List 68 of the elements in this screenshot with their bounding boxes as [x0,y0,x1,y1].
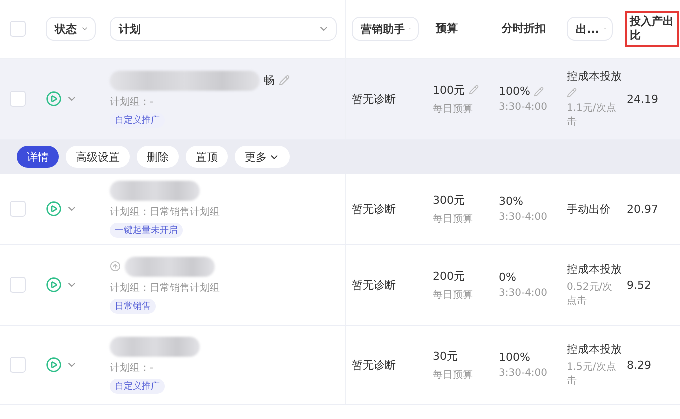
play-icon[interactable] [46,201,62,217]
pencil-icon[interactable] [567,88,577,98]
bid-mode: 控成本投放 [567,262,621,276]
action-button[interactable]: 删除 [137,146,179,168]
diagnosis: 暂无诊断 [352,358,397,372]
checkbox[interactable] [10,201,26,217]
plan-tag: 自定义推广 [110,378,165,394]
budget-note: 每日预算 [433,102,474,116]
budget-note: 每日预算 [433,288,474,302]
action-button[interactable]: 详情 [17,146,59,168]
budget-note: 每日预算 [433,368,474,382]
table-row[interactable]: 计划组：日常销售计划组 日常销售 暂无诊断 200元 每日预算 0% 3:30-4:00 控成本投放 0.52元/次点击 9.52 [0,245,680,326]
discount-time: 3:30-4:00 [499,288,549,299]
bid-price: 0.52元/次点击 [567,280,614,308]
table-row[interactable]: 计划组：- 自定义推广 暂无诊断 30元 每日预算 100% 3:30-4:00 控成本投放 1.5元/次点击 8.29 [0,326,680,405]
bid-mode: 控成本投放 [567,68,621,84]
play-icon[interactable] [46,277,62,293]
column-header: 投入产出比 [627,13,677,45]
play-icon[interactable] [46,357,62,373]
discount: 100% [499,85,530,98]
bid-mode: 手动出价 [567,202,612,216]
bid-price: 1.5元/次点击 [567,360,618,388]
pencil-icon[interactable] [469,85,479,95]
column-filter[interactable]: 状态 [46,17,96,41]
discount-time: 3:30-4:00 [499,212,549,223]
checkbox[interactable] [10,277,26,293]
discount-time: 3:30-4:00 [499,368,549,379]
column-filter[interactable]: 出... [567,17,613,41]
column-filter[interactable]: 营销助手 [352,17,419,41]
roi-value: 9.52 [627,278,652,292]
plan-group: 计划组：日常销售计划组 [110,280,345,294]
action-button[interactable]: 置顶 [186,146,228,168]
budget: 300元 [433,192,465,208]
bid-mode: 控成本投放 [567,342,621,356]
plan-tag: 日常销售 [110,298,156,314]
diagnosis: 暂无诊断 [352,92,397,106]
budget: 200元 [433,268,465,284]
checkbox[interactable] [10,91,26,107]
discount: 30% [499,195,524,208]
discount: 0% [499,271,516,284]
budget-note: 每日预算 [433,212,474,226]
action-button[interactable]: 更多 [235,146,290,168]
plan-group: 计划组：- [110,94,345,108]
play-icon[interactable] [46,91,62,107]
table-row[interactable]: 畅 计划组：- 自定义推广 暂无诊断 100元 每日预算 100% 3:30-4:00 控成本投放 1.1元/次点击 24.19 [0,59,680,140]
diagnosis: 暂无诊断 [352,202,397,216]
budget: 30元 [433,348,458,364]
discount: 100% [499,351,530,364]
column-header: 分时折扣 [501,21,547,37]
plan-name: 畅 [264,73,275,88]
checkbox[interactable] [10,21,26,37]
roi-value: 24.19 [627,92,660,106]
column-filter[interactable]: 计划 [110,17,337,41]
discount-time: 3:30-4:00 [499,102,549,113]
bid-price: 1.1元/次点击 [567,102,618,130]
pencil-icon[interactable] [534,86,544,96]
budget: 100元 [433,82,465,98]
table-row[interactable]: 计划组：日常销售计划组 一键起量未开启 暂无诊断 300元 每日预算 30% 3:30-4:00 手动出价 20.97 [0,174,680,245]
roi-value: 20.97 [627,202,660,216]
checkbox[interactable] [10,357,26,373]
pencil-icon[interactable] [279,75,290,86]
diagnosis: 暂无诊断 [352,278,397,292]
column-header: 预算 [434,21,459,37]
plan-group: 计划组：日常销售计划组 [110,204,345,218]
roi-value: 8.29 [627,358,652,372]
action-button[interactable]: 高级设置 [66,146,130,168]
plan-group: 计划组：- [110,360,345,374]
plan-tag: 一键起量未开启 [110,222,183,238]
